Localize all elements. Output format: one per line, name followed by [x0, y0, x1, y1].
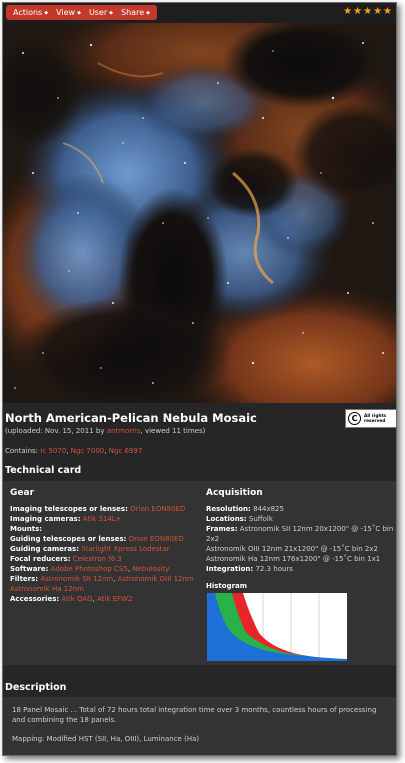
caret-down-icon: ◆ — [109, 9, 114, 16]
star-icon[interactable]: ★ — [363, 6, 372, 18]
object-link[interactable]: Ngc 7000 — [71, 447, 105, 455]
acq-value: Suffolk — [248, 515, 273, 523]
object-link[interactable]: Ngc 6997 — [109, 447, 143, 455]
gear-link[interactable]: Celestron f6.3 — [73, 555, 122, 563]
gear-label: Filters: — [10, 575, 39, 583]
acq-integration: Integration: 72.3 hours — [206, 564, 293, 574]
acq-value: 844x825 — [253, 505, 284, 513]
view-count: , viewed 11 times) — [140, 427, 206, 435]
gear-row-mounts: Mounts: — [10, 524, 42, 534]
acq-locations: Locations: Suffolk — [206, 514, 273, 524]
gear-label: Imaging cameras: — [10, 515, 81, 523]
gear-link[interactable]: Adobe Photoshop CS5 — [51, 565, 128, 573]
technical-card-heading: Technical card — [5, 465, 82, 476]
gear-link[interactable]: Starlight Xpress Lodestar — [81, 545, 169, 553]
gear-link[interactable]: Astronomik OIII 12nm — [118, 575, 194, 583]
gear-label: Imaging telescopes or lenses: — [10, 505, 128, 513]
gear-row-guiding-cameras: Guiding cameras: Starlight Xpress Lodest… — [10, 544, 170, 554]
menu-share[interactable]: Share ◆ — [121, 8, 150, 17]
acq-label: Locations: — [206, 515, 247, 523]
acq-value: Astronomik SII 12nm 20x1200" @ -15˚C bin — [239, 525, 394, 533]
acq-resolution: Resolution: 844x825 — [206, 504, 284, 514]
gear-label: Guiding telescopes or lenses: — [10, 535, 127, 543]
top-toolbar: Actions ◆ View ◆ User ◆ Share ◆ ★ ★ ★ ★ ★ — [3, 3, 396, 23]
caret-down-icon: ◆ — [146, 9, 150, 16]
acq-label: Integration: — [206, 565, 254, 573]
gear-link[interactable]: Astronomik Ha 12nm — [10, 585, 84, 593]
contains-line: Contains: Ic 5070, Ngc 7000, Ngc 6997 — [5, 447, 143, 455]
gear-row-imaging-cameras: Imaging cameras: Atik 314L+ — [10, 514, 122, 524]
action-menu-bar: Actions ◆ View ◆ User ◆ Share ◆ — [6, 5, 157, 20]
gear-link[interactable]: Astronomik SII 12nm — [40, 575, 113, 583]
gear-label: Software: — [10, 565, 49, 573]
copyright-icon: C — [348, 412, 361, 425]
gear-heading: Gear — [10, 488, 35, 498]
gear-label: Focal reducers: — [10, 555, 71, 563]
acq-value: 72.3 hours — [255, 565, 293, 573]
upload-date: (uploaded: Nov. 15, 2011 by — [5, 427, 105, 435]
gear-row-software: Software: Adobe Photoshop CS5, Nebulosit… — [10, 565, 170, 573]
gear-row-imaging-telescopes: Imaging telescopes or lenses: Orion EON8… — [10, 504, 185, 514]
menu-view[interactable]: View ◆ — [56, 8, 81, 17]
acq-label: Resolution: — [206, 505, 251, 513]
nebula-photo[interactable] — [3, 23, 396, 403]
upload-info: (uploaded: Nov. 15, 2011 by antmorris, v… — [5, 427, 205, 435]
image-title: North American-Pelican Nebula Mosaic — [5, 411, 257, 425]
photo-page: Actions ◆ View ◆ User ◆ Share ◆ ★ ★ ★ ★ ★ — [2, 2, 397, 756]
rating-stars[interactable]: ★ ★ ★ ★ ★ — [342, 6, 392, 18]
menu-user-label: User — [88, 8, 108, 17]
gear-link[interactable]: Nebulosity — [132, 565, 169, 573]
caret-down-icon: ◆ — [77, 9, 81, 16]
menu-user[interactable]: User ◆ — [89, 8, 113, 17]
menu-share-label: Share — [121, 8, 145, 17]
gear-link[interactable]: Atik EFW2 — [97, 595, 132, 603]
acquisition-heading: Acquisition — [206, 488, 263, 498]
gear-label: Accessories: — [10, 595, 60, 603]
acq-frames-ha: Astronomik Ha 12nm 176x1200" @ -15˚C bin… — [206, 555, 381, 563]
star-icon[interactable]: ★ — [353, 6, 362, 18]
description-line-2: and combining the 18 panels. — [12, 716, 117, 724]
gear-row-filters-cont: Astronomik Ha 12nm — [10, 584, 84, 594]
gear-link[interactable]: Atik OAG — [61, 595, 92, 603]
gear-link[interactable]: Orion EON80ED — [129, 535, 184, 543]
object-link[interactable]: Ic 5070 — [40, 447, 66, 455]
gear-row-focal-reducers: Focal reducers: Celestron f6.3 — [10, 554, 122, 564]
description-mapping: Mapping: Modified HST (SII, Ha, OIII), L… — [12, 735, 200, 743]
star-icon[interactable]: ★ — [343, 6, 352, 18]
star-icon[interactable]: ★ — [383, 6, 392, 18]
description-heading: Description — [5, 682, 67, 693]
acq-label: Frames: — [206, 525, 238, 533]
star-icon[interactable]: ★ — [373, 6, 382, 18]
acq-frames-oiii: Astronomik OIII 12nm 21x1200" @ -15˚C bi… — [206, 545, 378, 553]
license-line-2: reserved — [364, 418, 386, 424]
contains-label: Contains: — [5, 447, 39, 455]
menu-actions[interactable]: Actions ◆ — [13, 8, 48, 17]
description-line-1: 18 Panel Mosaic ... Total of 72 hours to… — [12, 706, 377, 714]
gear-row-filters: Filters: Astronomik SII 12nm, Astronomik… — [10, 575, 194, 583]
gear-label: Mounts: — [10, 525, 43, 533]
author-link[interactable]: antmorris — [107, 427, 141, 435]
gear-link[interactable]: Atik 314L+ — [83, 515, 122, 523]
license-badge[interactable]: C All rights reserved — [345, 409, 396, 428]
menu-actions-label: Actions — [13, 8, 43, 17]
acq-frames: Frames: Astronomik SII 12nm 20x1200" @ -… — [206, 524, 393, 534]
acq-frames-cont: 2x2 — [206, 535, 220, 543]
histogram — [207, 593, 347, 661]
gear-link[interactable]: Orion EON80ED — [130, 505, 185, 513]
license-text: All rights reserved — [364, 414, 386, 424]
menu-view-label: View — [56, 8, 76, 17]
caret-down-icon: ◆ — [44, 9, 49, 16]
gear-row-accessories: Accessories: Atik OAG, Atik EFW2 — [10, 595, 133, 603]
histogram-label: Histogram — [206, 582, 248, 590]
gear-label: Guiding cameras: — [10, 545, 80, 553]
gear-row-guiding-telescopes: Guiding telescopes or lenses: Orion EON8… — [10, 534, 184, 544]
